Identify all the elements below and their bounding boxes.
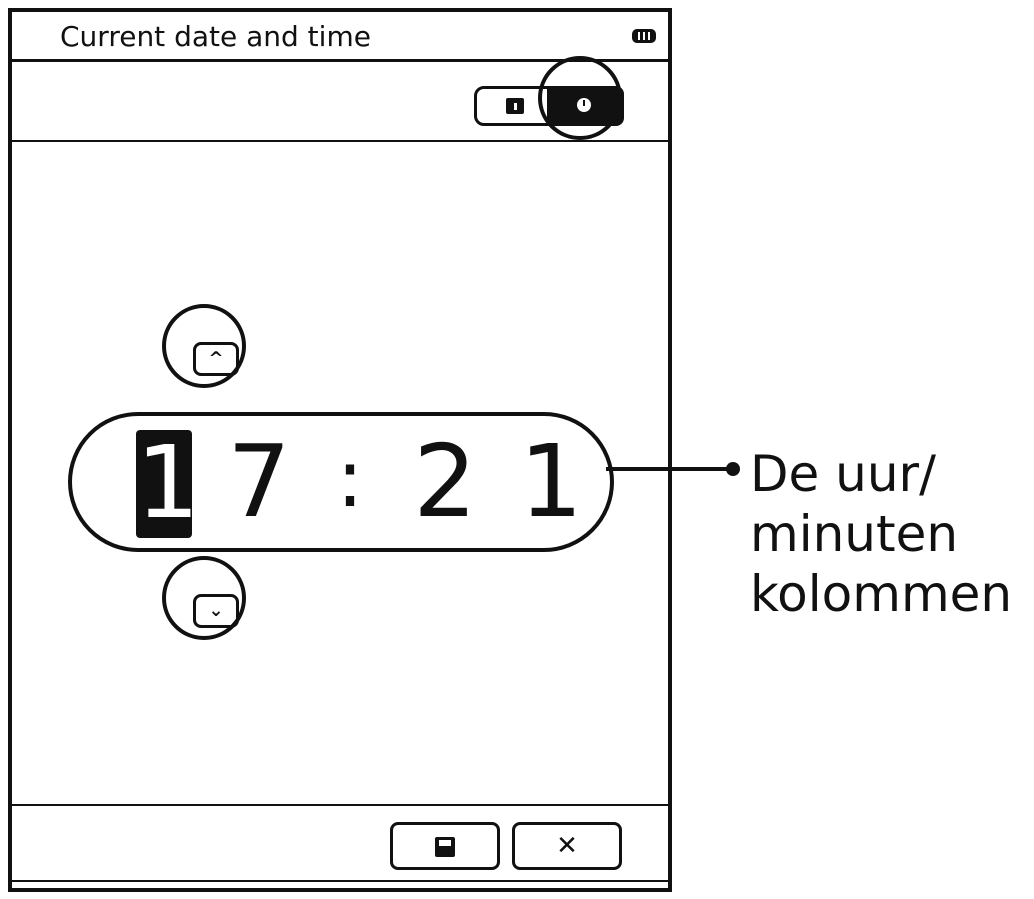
callout-line-1: De uur/ — [750, 445, 936, 503]
save-icon — [435, 837, 455, 857]
footer-bar: ✕ — [12, 804, 668, 888]
hour-tens-digit[interactable]: 1 — [136, 430, 200, 538]
clock-mode-highlight-circle — [538, 56, 622, 140]
device-screen: Current date and time ^ 1 7 : 2 1 ⌄ ✕ — [8, 8, 672, 892]
callout-line-2: minuten — [750, 505, 959, 563]
callout-line-3: kolommen — [750, 565, 1013, 623]
battery-icon — [632, 29, 656, 43]
close-icon: ✕ — [556, 831, 578, 861]
decrement-highlight-circle — [162, 556, 246, 640]
minute-tens-digit[interactable]: 2 — [410, 424, 480, 540]
time-display: 1 7 : 2 1 — [68, 412, 614, 552]
hour-units-digit[interactable]: 7 — [224, 424, 294, 540]
callout-line — [606, 467, 732, 471]
calendar-icon[interactable] — [506, 98, 524, 114]
save-button[interactable] — [390, 822, 500, 870]
callout-label: De uur/ minuten kolommen — [750, 444, 1012, 624]
footer-divider — [12, 880, 668, 882]
close-button[interactable]: ✕ — [512, 822, 622, 870]
increment-highlight-circle — [162, 304, 246, 388]
time-separator: : — [336, 432, 364, 525]
window-title: Current date and time — [60, 20, 371, 53]
callout-dot — [726, 462, 740, 476]
minute-units-digit[interactable]: 1 — [516, 424, 586, 540]
title-bar: Current date and time — [12, 12, 668, 62]
